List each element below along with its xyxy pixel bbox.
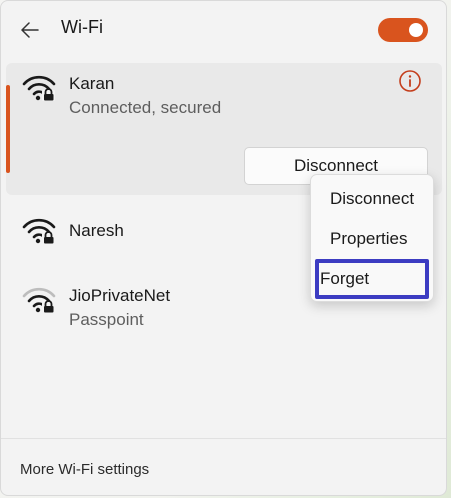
wifi-secured-icon [22, 218, 56, 244]
wifi-toggle[interactable] [378, 18, 428, 42]
wifi-flyout: Wi-Fi Karan Connected, secured Disconnec… [0, 0, 447, 496]
network-status: Passpoint [69, 310, 144, 329]
menu-item-disconnect[interactable]: Disconnect [315, 181, 429, 217]
info-icon[interactable] [398, 69, 422, 93]
page-title: Wi-Fi [61, 17, 103, 37]
network-name: Karan [69, 74, 115, 93]
toggle-knob [409, 23, 423, 37]
wifi-secured-icon [22, 75, 56, 101]
network-status: Connected, secured [69, 98, 222, 117]
menu-item-properties[interactable]: Properties [315, 221, 429, 257]
wifi-header: Wi-Fi [1, 1, 446, 59]
footer: More Wi-Fi settings [1, 438, 446, 495]
back-button[interactable] [15, 16, 45, 44]
menu-item-forget[interactable]: Forget [315, 259, 429, 299]
arrow-left-icon [21, 22, 39, 38]
wifi-secured-weak-icon [22, 287, 56, 313]
context-menu: Disconnect Properties Forget [310, 174, 434, 302]
selected-accent-bar [6, 85, 10, 173]
more-wifi-settings-link[interactable]: More Wi-Fi settings [20, 461, 149, 478]
network-name: JioPrivateNet [69, 286, 171, 305]
network-name: Naresh [69, 221, 124, 240]
